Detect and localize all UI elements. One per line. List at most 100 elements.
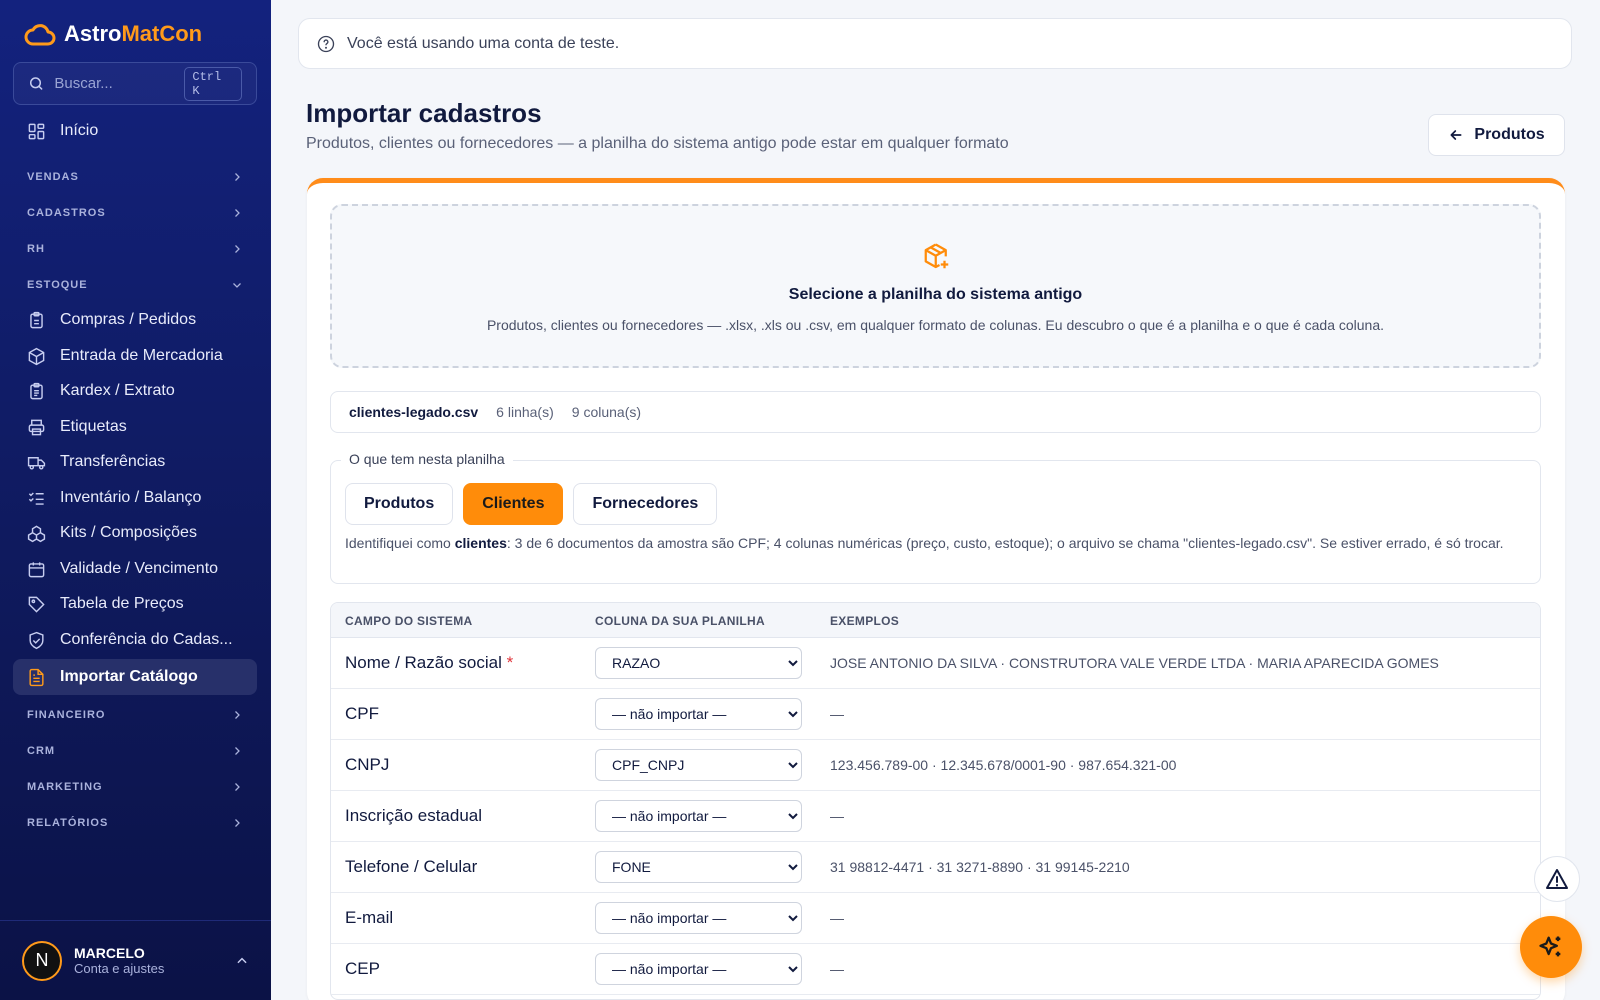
sidebar-item-label: Início [60, 122, 99, 139]
column-select[interactable]: — não importar — [595, 698, 802, 730]
sidebar-item-label: Entrada de Mercadoria [60, 347, 223, 364]
sidebar-item-label: Validade / Vencimento [60, 560, 219, 577]
search-box[interactable]: Ctrl K [13, 62, 257, 105]
section-cadastros[interactable]: CADASTROS [13, 201, 257, 225]
system-field-label: Inscrição estadual [345, 806, 483, 825]
detection-post: : 3 de 6 documentos da amostra são CPF; … [506, 535, 1504, 551]
tag-icon [28, 596, 45, 613]
table-row: CPF — não importar — — [331, 689, 1540, 740]
file-rows: 6 linha(s) [496, 404, 554, 420]
file-dropzone[interactable]: Selecione a planilha do sistema antigo P… [330, 204, 1541, 368]
column-select[interactable]: RAZAO [595, 647, 802, 679]
column-select[interactable]: FONE [595, 851, 802, 883]
section-label: VENDAS [27, 171, 79, 183]
chevron-right-icon [235, 173, 240, 181]
system-field: CNPJ [345, 755, 389, 775]
dashboard-icon [28, 123, 45, 139]
table-row: CNPJ CPF_CNPJ 123.456.789-00 · 12.345.678… [331, 740, 1540, 791]
sparkles-icon [1539, 936, 1561, 957]
dropzone-title: Selecione a planilha do sistema antigo [788, 286, 1083, 303]
sidebar: AstroMatCon Ctrl K Início VENDAS CADASTR… [0, 0, 271, 1000]
section-financeiro[interactable]: FINANCEIRO [13, 703, 257, 727]
search-input[interactable] [54, 75, 175, 92]
table-header: CAMPO DO SISTEMA COLUNA DA SUA PLANILHA … [331, 603, 1540, 638]
file-name: clientes-legado.csv [349, 404, 479, 420]
kind-clientes-button[interactable]: Clientes [463, 483, 564, 525]
table-row: Inscrição estadual — não importar — — [331, 791, 1540, 842]
system-field-label: CPF [345, 704, 379, 723]
section-crm[interactable]: CRM [13, 739, 257, 763]
section-label: CRM [27, 745, 56, 757]
section-rh[interactable]: RH [13, 237, 257, 261]
sidebar-item-label: Transferências [60, 453, 166, 470]
ai-assistant-button[interactable] [1520, 916, 1582, 978]
clipboard-icon [30, 311, 43, 328]
sheet-kind-fieldset: O que tem nesta planilha Produtos Client… [330, 451, 1541, 584]
sidebar-item-transferencias[interactable]: Transferências [13, 446, 257, 478]
app-name-part-1: Astro [64, 21, 122, 46]
section-estoque[interactable]: ESTOQUE [13, 273, 257, 297]
sidebar-item-tabela-precos[interactable]: Tabela de Preços [13, 588, 257, 620]
detection-kind: clientes [454, 535, 507, 551]
sidebar-item-inicio[interactable]: Início [13, 115, 257, 147]
arrow-left-icon [1450, 130, 1462, 140]
shield-check-icon [29, 631, 44, 649]
header-column: COLUNA DA SUA PLANILHA [595, 614, 765, 628]
column-select[interactable]: — não importar — [595, 953, 802, 985]
column-mapping-table: CAMPO DO SISTEMA COLUNA DA SUA PLANILHA … [330, 602, 1541, 1000]
report-issue-button[interactable] [1534, 856, 1580, 902]
section-label: ESTOQUE [27, 279, 88, 291]
column-select[interactable]: CPF_CNPJ [595, 749, 802, 781]
back-to-products-button[interactable]: Produtos [1428, 114, 1565, 156]
user-menu[interactable]: N MARCELO Conta e ajustes [0, 920, 271, 1000]
sidebar-item-kardex[interactable]: Kardex / Extrato [13, 375, 257, 407]
section-label: CADASTROS [27, 207, 106, 219]
chevron-right-icon [235, 819, 240, 827]
alert-triangle-icon [1546, 869, 1568, 889]
header-examples: EXEMPLOS [830, 614, 900, 628]
column-select[interactable]: — não importar — [595, 902, 802, 934]
examples-text: — [830, 808, 844, 824]
detection-explanation: Identifiquei como clientes: 3 de 6 docum… [345, 534, 1525, 552]
chevron-right-icon [235, 711, 240, 719]
file-info: clientes-legado.csv 6 linha(s) 9 coluna(… [330, 391, 1541, 433]
sidebar-item-label: Importar Catálogo [60, 668, 198, 685]
boxes-icon [27, 525, 46, 542]
table-row: CEP — não importar — — [331, 944, 1540, 995]
column-select[interactable]: — não importar — [595, 800, 802, 832]
section-vendas[interactable]: VENDAS [13, 165, 257, 189]
sidebar-item-label: Tabela de Preços [60, 595, 184, 612]
sidebar-item-label: Inventário / Balanço [60, 489, 202, 506]
required-marker: * [506, 653, 514, 672]
kind-fornecedores-button[interactable]: Fornecedores [573, 483, 718, 525]
avatar: N [22, 940, 62, 981]
section-label: FINANCEIRO [27, 709, 106, 721]
help-circle-icon [317, 35, 335, 52]
system-field: Nome / Razão social * [345, 653, 513, 673]
search-shortcut: Ctrl K [184, 66, 242, 101]
sidebar-item-kits[interactable]: Kits / Composições [13, 517, 257, 549]
sidebar-item-etiquetas[interactable]: Etiquetas [13, 411, 257, 443]
sidebar-item-label: Etiquetas [60, 418, 127, 435]
sidebar-item-compras[interactable]: Compras / Pedidos [13, 304, 257, 336]
system-field-label: E-mail [345, 908, 394, 927]
section-relatorios[interactable]: RELATÓRIOS [13, 811, 257, 835]
app-name-part-2: MatCon [121, 21, 203, 46]
sidebar-item-entrada[interactable]: Entrada de Mercadoria [13, 340, 257, 372]
section-label: RELATÓRIOS [27, 817, 109, 829]
app-logo[interactable]: AstroMatCon [24, 20, 202, 48]
package-plus-icon [924, 243, 949, 269]
system-field-label: CEP [345, 959, 380, 978]
back-button-label: Produtos [1474, 126, 1545, 143]
kind-produtos-button[interactable]: Produtos [345, 483, 454, 525]
chevron-up-icon [237, 957, 247, 963]
list-checks-icon [28, 491, 44, 505]
chevron-down-icon [233, 283, 241, 288]
section-marketing[interactable]: MARKETING [13, 775, 257, 799]
sidebar-item-importar-catalogo[interactable]: Importar Catálogo [13, 659, 257, 695]
sidebar-item-conferencia[interactable]: Conferência do Cadas... [13, 624, 257, 656]
system-field: Telefone / Celular [345, 857, 477, 877]
sidebar-item-inventario[interactable]: Inventário / Balanço [13, 482, 257, 514]
sidebar-item-validade[interactable]: Validade / Vencimento [13, 553, 257, 585]
table-row: Nome / Razão social * RAZAO JOSE ANTONIO D… [331, 638, 1540, 689]
